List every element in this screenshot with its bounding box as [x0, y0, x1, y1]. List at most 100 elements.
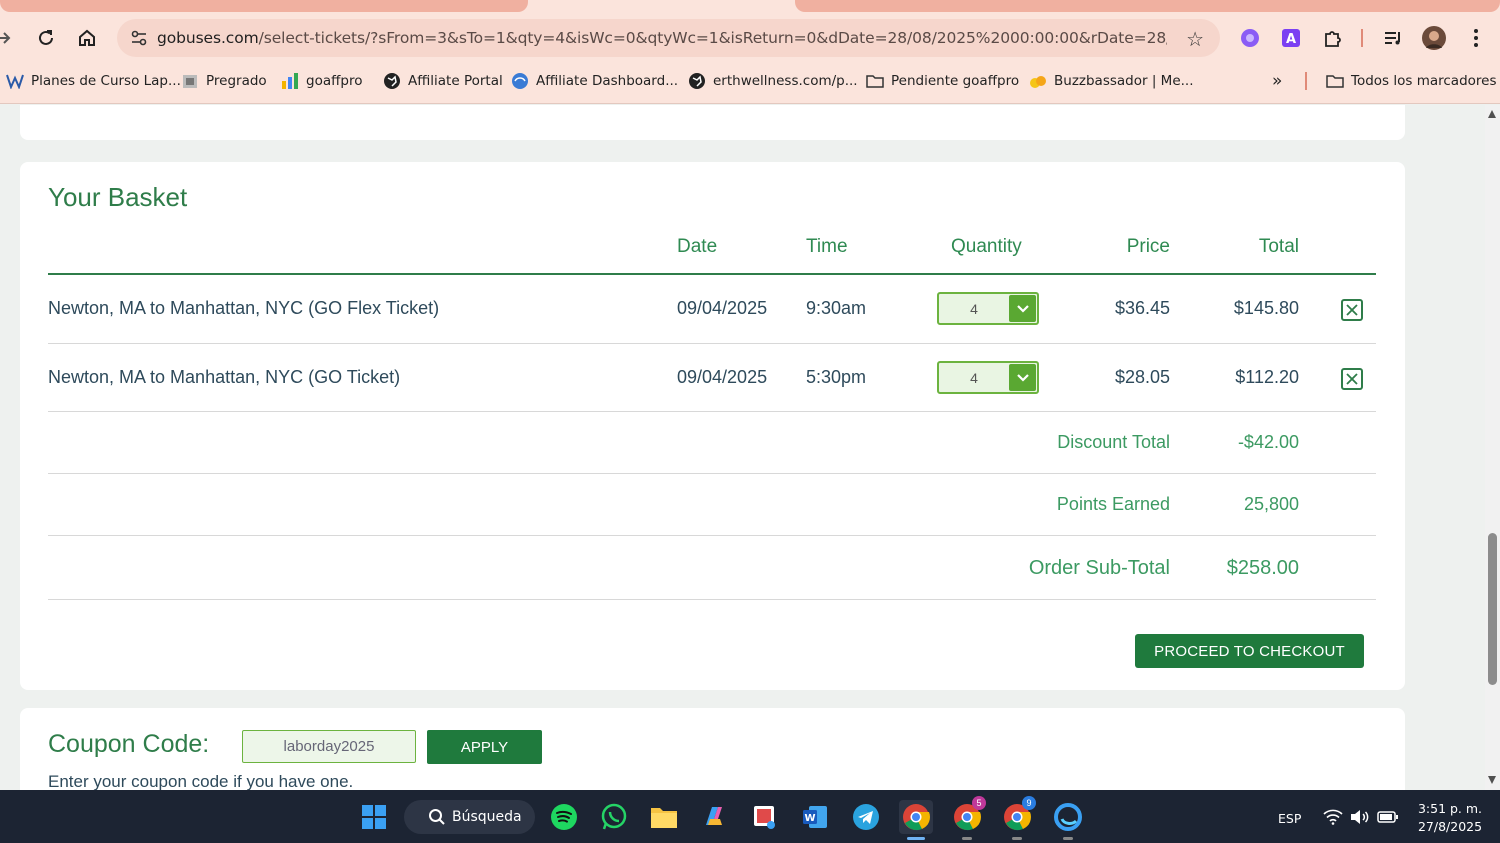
- reload-icon: [39, 30, 53, 45]
- row-divider: [48, 599, 1376, 600]
- chrome-icon[interactable]: [899, 800, 933, 840]
- media-control-icon[interactable]: [1381, 26, 1405, 50]
- item-date: 09/04/2025: [677, 298, 768, 318]
- remove-item-button[interactable]: [1341, 368, 1363, 390]
- header-total: Total: [1258, 236, 1299, 257]
- profile-avatar[interactable]: [1422, 26, 1446, 50]
- copilot-icon[interactable]: [697, 800, 731, 834]
- chrome-profile-icon[interactable]: 5: [950, 796, 986, 840]
- url-text[interactable]: gobuses.com/select-tickets/?sFrom=3&sTo=…: [157, 29, 1167, 47]
- extensions-puzzle-icon[interactable]: [1321, 26, 1345, 50]
- subtotal-label: Order Sub-Total: [1028, 557, 1170, 579]
- notification-badge: 9: [1022, 796, 1036, 810]
- file-explorer-icon[interactable]: [647, 800, 681, 834]
- row-divider: [48, 473, 1376, 474]
- extension-copilot-icon[interactable]: [1238, 26, 1262, 50]
- browser-menu-icon[interactable]: [1464, 26, 1488, 50]
- item-total: $145.80: [1233, 298, 1299, 318]
- tab-strip: [0, 0, 1500, 12]
- chrome-profile-icon[interactable]: 9: [1000, 796, 1036, 840]
- svg-text:W: W: [804, 813, 815, 824]
- browser-tab[interactable]: [0, 0, 528, 12]
- telegram-icon[interactable]: [849, 800, 883, 834]
- home-button[interactable]: [73, 24, 101, 52]
- toolbar-divider: [1361, 29, 1363, 47]
- whatsapp-icon[interactable]: [597, 800, 631, 834]
- page-scrollbar[interactable]: [1485, 105, 1500, 790]
- scroll-down-icon[interactable]: [1488, 776, 1496, 784]
- spotify-icon[interactable]: [547, 800, 581, 834]
- notification-badge: 5: [972, 796, 986, 810]
- bookmark-folder[interactable]: Pendiente goaffpro: [866, 70, 1019, 92]
- bookmark-item[interactable]: Planes de Curso Lap...: [6, 70, 181, 92]
- windows-icon: [362, 805, 386, 829]
- coupon-help-text: Enter your coupon code if you have one.: [48, 772, 354, 790]
- discount-label: Discount Total: [1057, 432, 1170, 452]
- address-bar[interactable]: gobuses.com/select-tickets/?sFrom=3&sTo=…: [117, 19, 1220, 57]
- item-name: Newton, MA to Manhattan, NYC (GO Flex Ti…: [48, 298, 440, 318]
- subtotal-value: $258.00: [1226, 557, 1299, 579]
- bookmark-item[interactable]: Affiliate Dashboard...: [511, 70, 678, 92]
- school-icon: [181, 72, 199, 90]
- item-date: 09/04/2025: [677, 367, 768, 387]
- svg-text:A: A: [1286, 32, 1296, 47]
- bookmark-item[interactable]: goaffpro: [281, 70, 363, 92]
- row-divider: [48, 343, 1376, 344]
- goaffpro-icon: [281, 72, 299, 90]
- bookmark-item[interactable]: Pregrado: [181, 70, 267, 92]
- volume-icon[interactable]: [1349, 800, 1371, 834]
- page-viewport: Your Basket Date Time Quantity Price Tot…: [0, 105, 1485, 790]
- extension-a-icon[interactable]: A: [1279, 26, 1303, 50]
- header-price: Price: [1126, 236, 1170, 257]
- forward-button[interactable]: [0, 24, 18, 52]
- basket-card: Your Basket Date Time Quantity Price Tot…: [20, 162, 1405, 690]
- reload-button[interactable]: [32, 24, 60, 52]
- item-price: $28.05: [1114, 367, 1170, 387]
- snipping-tool-icon[interactable]: [748, 800, 782, 834]
- header-time: Time: [806, 236, 848, 257]
- wordpress-icon: [6, 72, 24, 90]
- bookmark-item[interactable]: Affiliate Portal: [383, 70, 503, 92]
- points-label: Points Earned: [1056, 494, 1170, 514]
- folder-icon: [1326, 72, 1344, 90]
- coupon-title: Coupon Code:: [48, 730, 210, 758]
- wifi-icon[interactable]: [1322, 800, 1344, 834]
- search-icon: [429, 809, 445, 825]
- bookmark-star-icon[interactable]: ☆: [1186, 27, 1204, 52]
- clock-time[interactable]: 3:51 p. m.: [1415, 801, 1485, 816]
- battery-icon[interactable]: [1376, 800, 1400, 834]
- quantity-select[interactable]: 4: [937, 292, 1039, 325]
- browser-tab[interactable]: [795, 0, 1500, 12]
- item-time: 5:30pm: [806, 367, 867, 387]
- coupon-input[interactable]: [242, 730, 416, 763]
- item-price: $36.45: [1114, 298, 1170, 318]
- scroll-thumb[interactable]: [1488, 533, 1497, 685]
- bookmark-item[interactable]: Buzzbassador | Me...: [1029, 70, 1194, 92]
- edge-icon[interactable]: [1051, 800, 1085, 840]
- quantity-select[interactable]: 4: [937, 361, 1039, 394]
- start-button[interactable]: [357, 800, 391, 834]
- discount-value: -$42.00: [1237, 432, 1299, 452]
- taskbar-search[interactable]: Búsqueda: [404, 800, 535, 834]
- remove-item-button[interactable]: [1341, 299, 1363, 321]
- bookmark-item[interactable]: erthwellness.com/p...: [688, 70, 858, 92]
- close-icon: [1346, 304, 1358, 316]
- row-divider: [48, 535, 1376, 536]
- bookmarks-overflow-button[interactable]: »: [1272, 70, 1282, 92]
- language-indicator[interactable]: ESP: [1278, 811, 1301, 826]
- coupon-card: Coupon Code: APPLY Enter your coupon cod…: [20, 708, 1405, 790]
- folder-icon: [866, 72, 884, 90]
- word-icon[interactable]: W: [798, 800, 832, 834]
- site-settings-icon[interactable]: [121, 30, 157, 46]
- apply-coupon-button[interactable]: APPLY: [427, 730, 542, 764]
- scroll-up-icon[interactable]: [1488, 110, 1496, 118]
- taskbar: Búsqueda W 5 9 ESP 3:51 p. m. 27/8/2025: [0, 790, 1500, 843]
- row-divider: [48, 411, 1376, 412]
- all-bookmarks-folder[interactable]: Todos los marcadores: [1326, 70, 1497, 92]
- item-time: 9:30am: [806, 298, 867, 318]
- globe-icon: [688, 72, 706, 90]
- item-total: $112.20: [1235, 367, 1299, 387]
- close-icon: [1346, 373, 1358, 385]
- clock-date[interactable]: 27/8/2025: [1412, 819, 1488, 834]
- proceed-to-checkout-button[interactable]: PROCEED TO CHECKOUT: [1135, 634, 1364, 668]
